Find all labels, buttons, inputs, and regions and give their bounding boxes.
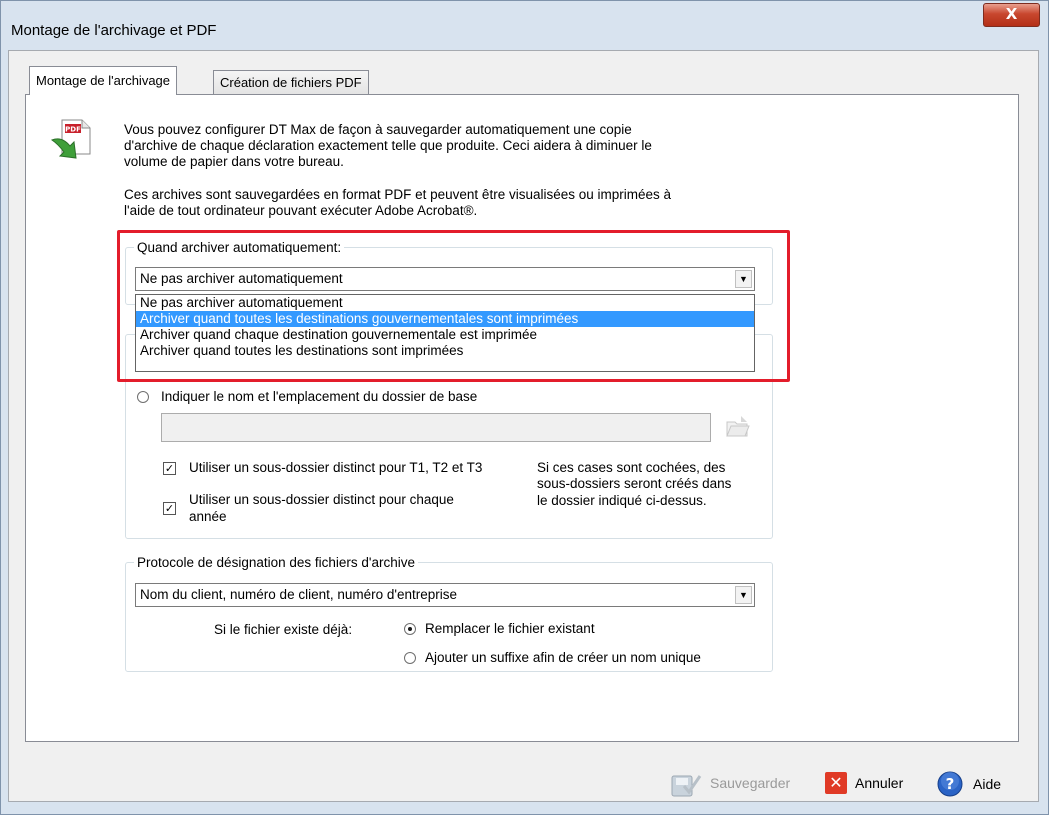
svg-text:?: ?	[946, 775, 955, 793]
cancel-x-icon: ✕	[825, 772, 847, 794]
checkbox-subfolder-year[interactable]: ✓	[163, 502, 176, 515]
cancel-label: Annuler	[855, 775, 904, 791]
window-title: Montage de l'archivage et PDF	[11, 22, 217, 39]
radio-add-suffix[interactable]	[404, 652, 416, 664]
file-exists-label: Si le fichier existe déjà:	[214, 622, 353, 637]
save-button[interactable]: Sauvegarder	[670, 768, 790, 798]
subfolder-t1-label: Utiliser un sous-dossier distinct pour T…	[189, 460, 483, 475]
cancel-button[interactable]: ✕ Annuler	[825, 772, 903, 794]
intro-line-5: l'aide de tout ordinateur pouvant exécut…	[124, 203, 478, 218]
naming-protocol-select[interactable]: Nom du client, numéro de client, numéro …	[135, 583, 755, 607]
close-button[interactable]: X	[983, 3, 1040, 27]
naming-protocol-legend: Protocole de désignation des fichiers d'…	[134, 555, 418, 570]
chevron-down-icon[interactable]: ▼	[735, 586, 752, 604]
save-label: Sauvegarder	[710, 775, 791, 791]
help-icon: ?	[937, 771, 963, 797]
intro-line-2: d'archive de chaque déclaration exacteme…	[124, 138, 652, 153]
radio-specify-folder[interactable]	[137, 391, 149, 403]
subfolder-note-2: sous-dossiers seront créés dans	[537, 476, 732, 491]
subfolder-year-label-1: Utiliser un sous-dossier distinct pour c…	[189, 492, 454, 507]
replace-file-label: Remplacer le fichier existant	[425, 621, 595, 636]
tab-pdf-creation[interactable]: Création de fichiers PDF	[213, 70, 369, 96]
base-folder-input[interactable]	[161, 413, 711, 442]
naming-protocol-selected: Nom du client, numéro de client, numéro …	[140, 587, 457, 602]
help-button[interactable]: ? Aide	[937, 771, 1001, 797]
intro-line-3: volume de papier dans votre bureau.	[124, 154, 344, 169]
svg-text:PDF: PDF	[65, 126, 81, 134]
subfolder-year-label-2: année	[189, 509, 227, 524]
intro-line-1: Vous pouvez configurer DT Max de façon à…	[124, 122, 632, 137]
add-suffix-label: Ajouter un suffixe afin de créer un nom …	[425, 650, 701, 665]
save-disk-icon	[671, 775, 702, 797]
intro-line-4: Ces archives sont sauvegardées en format…	[124, 187, 672, 202]
subfolder-note-1: Si ces cases sont cochées, des	[537, 460, 726, 475]
tab-archive-setup[interactable]: Montage de l'archivage	[29, 66, 178, 95]
browse-folder-icon[interactable]	[725, 414, 751, 443]
pdf-archive-icon: PDF	[48, 118, 96, 171]
checkbox-subfolder-t1[interactable]: ✓	[163, 462, 176, 475]
subfolder-note-3: le dossier indiqué ci-dessus.	[537, 493, 707, 508]
radio-replace-file[interactable]	[404, 623, 416, 635]
annotation-highlight-box	[117, 230, 790, 382]
specify-folder-label: Indiquer le nom et l'emplacement du doss…	[161, 389, 478, 404]
help-label: Aide	[973, 776, 1002, 792]
